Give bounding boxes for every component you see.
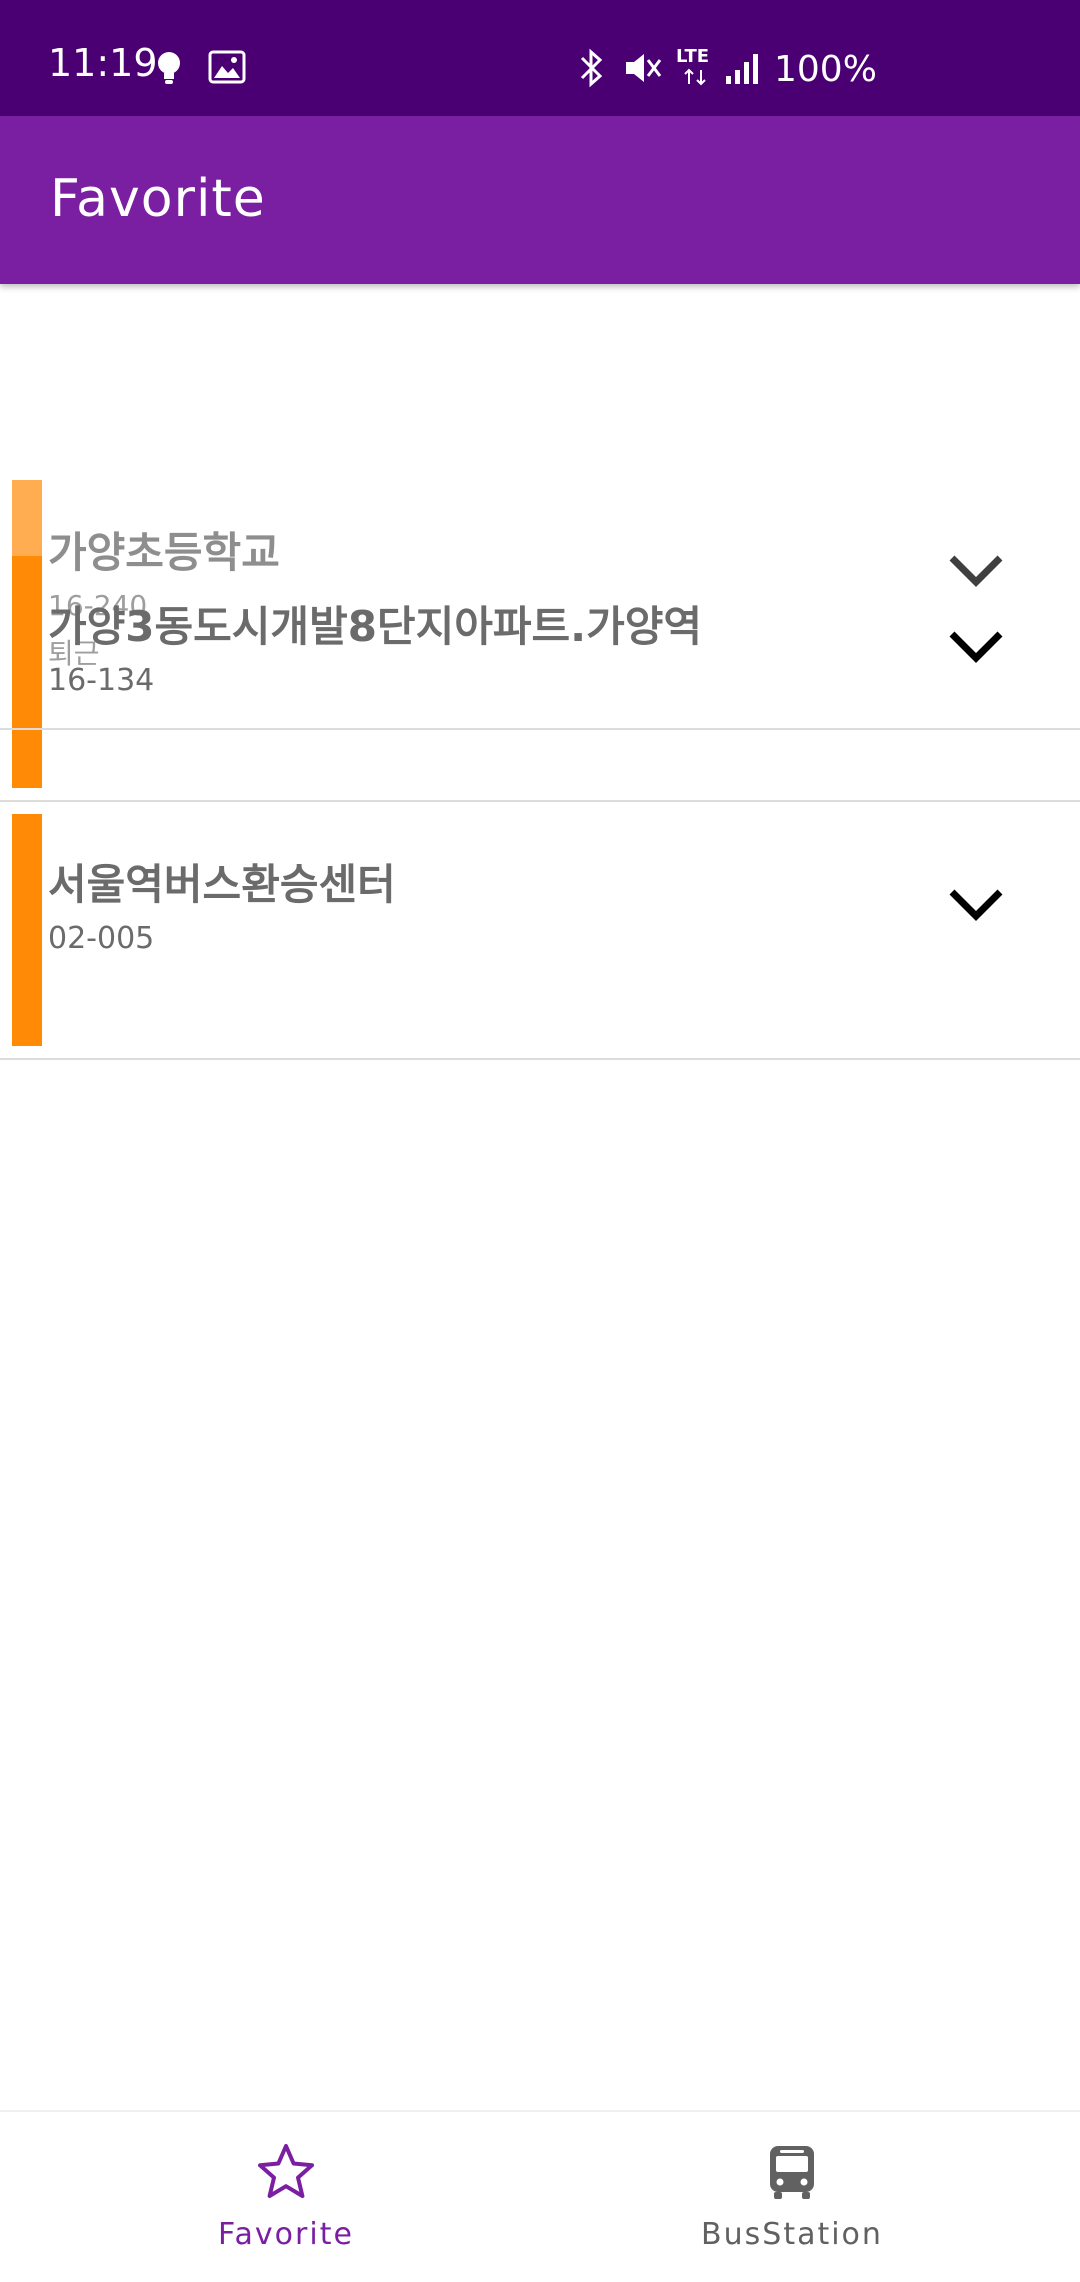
favorite-list-content: 가양초등학교 16-240 퇴근 가양3동도시개발8단지아파트.가양역 16-1… [0, 0, 1080, 2110]
nav-item-busstation[interactable]: BusStation [522, 2112, 1062, 2282]
divider [0, 800, 1080, 802]
divider [0, 1058, 1080, 1060]
station-code: 02-005 [48, 921, 155, 956]
nav-label-favorite: Favorite [218, 2217, 354, 2252]
star-icon [258, 2144, 314, 2198]
nav-item-favorite[interactable]: Favorite [16, 2112, 556, 2282]
chevron-down-icon[interactable] [948, 886, 1004, 922]
divider [0, 728, 1080, 730]
station-name: 가양3동도시개발8단지아파트.가양역 [48, 602, 703, 651]
station-name: 서울역버스환승센터 [48, 860, 396, 909]
station-code: 16-134 [48, 663, 155, 698]
accent-bar-row-3 [12, 814, 42, 1046]
accent-bar-row-2 [12, 556, 42, 788]
chevron-down-icon[interactable] [948, 628, 1004, 664]
accent-bar-row-1-ghost [12, 480, 42, 556]
chevron-down-icon[interactable] [948, 552, 1004, 588]
ghost-station-name: 가양초등학교 [48, 528, 280, 577]
bottom-navigation: Favorite BusStation [0, 2110, 1080, 2282]
nav-label-busstation: BusStation [701, 2217, 883, 2252]
bus-icon [770, 2146, 814, 2199]
